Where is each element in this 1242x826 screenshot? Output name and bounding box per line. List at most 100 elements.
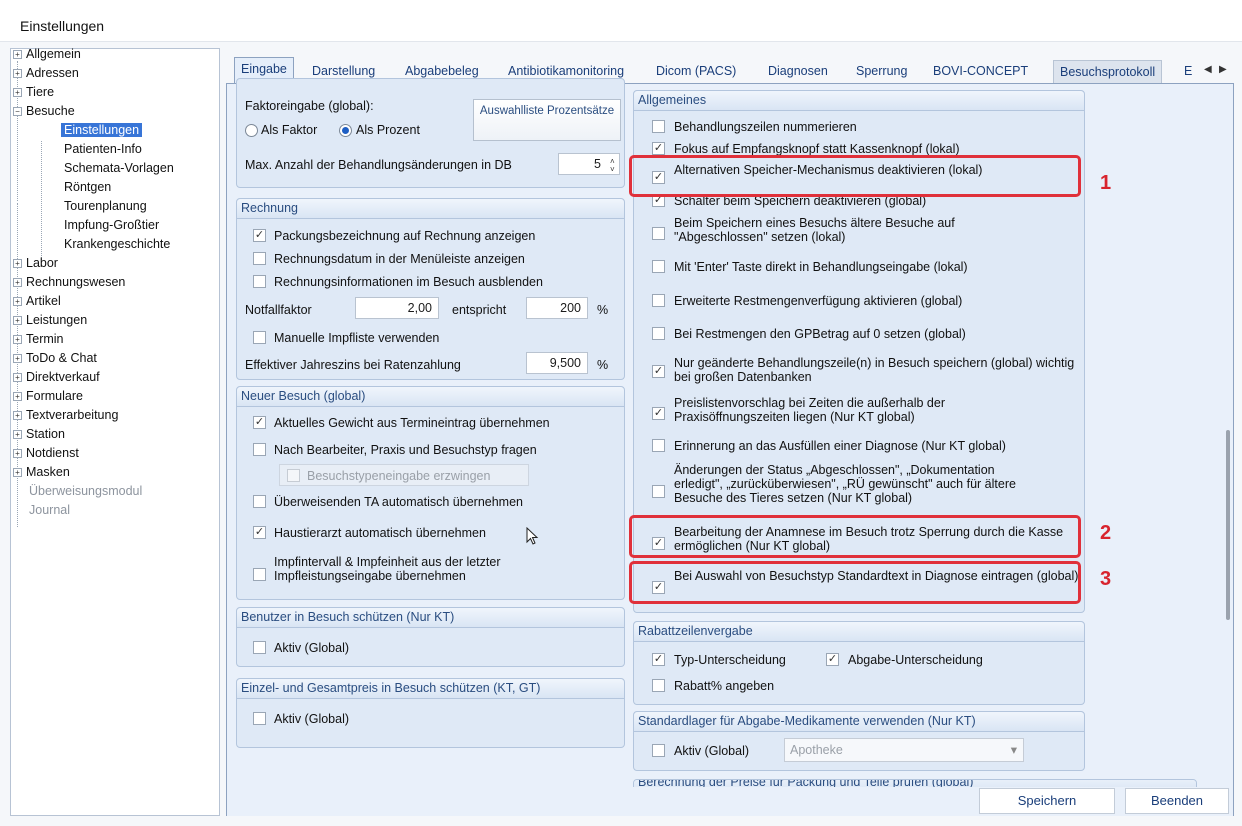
cb-typ-unterscheidung[interactable]: ✓ <box>652 653 665 666</box>
tab-e[interactable]: E <box>1178 60 1198 84</box>
lager-select[interactable]: Apotheke ▾ <box>784 738 1024 762</box>
tree-item-rechnungswesen[interactable]: + Rechnungswesen <box>13 274 125 291</box>
expand-icon[interactable]: + <box>13 335 22 344</box>
tree-item-patienten-info[interactable]: Patienten-Info <box>64 141 142 158</box>
save-button[interactable]: Speichern <box>979 788 1115 814</box>
tree-item-einstellungen[interactable]: Einstellungen <box>61 122 143 139</box>
tree-item-artikel[interactable]: + Artikel <box>13 293 61 310</box>
content-scrollbar[interactable] <box>1226 430 1230 620</box>
expand-icon[interactable]: + <box>13 354 22 363</box>
tree-item-schemata-vorlagen[interactable]: Schemata-Vorlagen <box>64 160 174 177</box>
expand-icon[interactable]: + <box>13 392 22 401</box>
cb-ueberweisenden-ta[interactable] <box>253 495 266 508</box>
expand-icon[interactable]: + <box>13 449 22 458</box>
cb-restmengen-gpbetrag[interactable] <box>652 327 665 340</box>
jahreszins-input[interactable]: 9,500 <box>526 352 588 374</box>
cb-fokus-empfangsknopf[interactable]: ✓ <box>652 142 665 155</box>
cb-preislistenvorschlag[interactable]: ✓ <box>652 407 665 420</box>
tab-sperrung[interactable]: Sperrung <box>850 60 913 84</box>
cb-manuelle-impfliste[interactable] <box>253 331 266 344</box>
tab-scroll-left-icon[interactable]: ◀ <box>1204 64 1212 75</box>
expand-icon[interactable]: + <box>13 316 22 325</box>
auswahlliste-button[interactable]: Auswahlliste Prozentsätze <box>473 99 621 141</box>
tab-bovi-concept[interactable]: BOVI-CONCEPT <box>927 60 1034 84</box>
expand-icon[interactable]: + <box>13 259 22 268</box>
tree-item-formulare[interactable]: + Formulare <box>13 388 83 405</box>
cb-abgabe-unterscheidung[interactable]: ✓ <box>826 653 839 666</box>
cb-rechnungsinfo[interactable] <box>253 275 266 288</box>
tree-item-tiere[interactable]: + Tiere <box>13 84 54 101</box>
radio-als-prozent[interactable] <box>339 124 352 137</box>
cb-rabatt-prozent[interactable] <box>652 679 665 692</box>
cb-nach-bearbeiter[interactable] <box>253 443 266 456</box>
cb-haustierarzt-label: Haustierarzt automatisch übernehmen <box>274 526 486 540</box>
tree-item-leistungen[interactable]: + Leistungen <box>13 312 87 329</box>
cb-impfintervall[interactable] <box>253 568 266 581</box>
tree-item-ueberweisungsmodul[interactable]: Überweisungsmodul <box>29 483 142 500</box>
radio-als-faktor-label: Als Faktor <box>261 123 318 137</box>
lager-select-value: Apotheke <box>790 743 843 757</box>
tree-item-direktverkauf[interactable]: + Direktverkauf <box>13 369 100 386</box>
cb-erinnerung-diagnose[interactable] <box>652 439 665 452</box>
expand-icon[interactable]: + <box>13 468 22 477</box>
tree-item-todo-chat[interactable]: + ToDo & Chat <box>13 350 97 367</box>
expand-icon[interactable]: + <box>13 50 22 59</box>
cb-rechnungsdatum-label: Rechnungsdatum in der Menüleiste anzeige… <box>274 252 525 266</box>
tree-item-textverarbeitung[interactable]: + Textverarbeitung <box>13 407 118 424</box>
tree-item-roentgen[interactable]: Röntgen <box>64 179 111 196</box>
cb-aenderungen-status[interactable] <box>652 485 665 498</box>
tree-item-besuche[interactable]: − Besuche <box>13 103 75 120</box>
tree-item-labor[interactable]: + Labor <box>13 255 58 272</box>
cb-enter-taste[interactable] <box>652 260 665 273</box>
cb-benutzer-aktiv-label: Aktiv (Global) <box>274 641 350 655</box>
notfallfaktor-input[interactable]: 2,00 <box>355 297 439 319</box>
cb-nur-geaenderte-zeilen[interactable]: ✓ <box>652 365 665 378</box>
tree-item-adressen[interactable]: + Adressen <box>13 65 79 82</box>
cb-aenderungen-status-label: Änderungen der Status „Abgeschlossen", „… <box>674 463 1016 505</box>
tab-scroll-right-icon[interactable]: ▶ <box>1219 64 1227 75</box>
tab-dicom[interactable]: Dicom (PACS) <box>650 60 742 84</box>
tree-item-tourenplanung[interactable]: Tourenplanung <box>64 198 147 215</box>
cb-erweiterte-restmengen[interactable] <box>652 294 665 307</box>
cb-aktuelles-gewicht-label: Aktuelles Gewicht aus Termineintrag über… <box>274 416 550 430</box>
cb-behandlungszeilen-nummerieren[interactable] <box>652 120 665 133</box>
expand-icon[interactable]: + <box>13 411 22 420</box>
cb-haustierarzt[interactable]: ✓ <box>253 526 266 539</box>
expand-icon[interactable]: + <box>13 69 22 78</box>
tab-diagnosen[interactable]: Diagnosen <box>762 60 834 84</box>
tree-item-journal[interactable]: Journal <box>29 502 70 519</box>
tree-item-krankengeschichte[interactable]: Krankengeschichte <box>64 236 170 253</box>
collapse-icon[interactable]: − <box>13 107 22 116</box>
tree-item-allgemein[interactable]: + Allgemein <box>13 46 81 63</box>
cb-aktuelles-gewicht[interactable]: ✓ <box>253 416 266 429</box>
tree-item-masken[interactable]: + Masken <box>13 464 70 481</box>
cb-benutzer-aktiv[interactable] <box>253 641 266 654</box>
cb-aeltere-besuche-abgeschlossen[interactable] <box>652 227 665 240</box>
cb-lager-aktiv[interactable] <box>652 744 665 757</box>
cb-rechnungsdatum[interactable] <box>253 252 266 265</box>
tree-item-station[interactable]: + Station <box>13 426 65 443</box>
tree-item-notdienst[interactable]: + Notdienst <box>13 445 79 462</box>
cb-besuchstypeneingabe[interactable] <box>287 469 300 482</box>
radio-als-faktor[interactable] <box>245 124 258 137</box>
cb-impfintervall-label: Impfintervall & Impfeinheit aus der letz… <box>274 555 501 583</box>
cb-preis-aktiv[interactable] <box>253 712 266 725</box>
tab-besuchsprotokoll[interactable]: Besuchsprotokoll <box>1053 60 1163 84</box>
prozent-input[interactable]: 200 <box>526 297 588 319</box>
expand-icon[interactable]: + <box>13 430 22 439</box>
tree-item-termin[interactable]: + Termin <box>13 331 64 348</box>
close-button[interactable]: Beenden <box>1125 788 1229 814</box>
settings-tree[interactable]: + Allgemein + Adressen + Tiere − Besuche Ein… <box>10 46 220 816</box>
tree-item-impfung-grosstier[interactable]: Impfung-Großtier <box>64 217 159 234</box>
expand-icon[interactable]: + <box>13 297 22 306</box>
cb-packungsbezeichnung[interactable]: ✓ <box>253 229 266 242</box>
benutzer-schuetzen-header: Benutzer in Besuch schützen (Nur KT) <box>237 608 624 628</box>
expand-icon[interactable]: + <box>13 278 22 287</box>
highlight-box-2 <box>629 515 1081 558</box>
expand-icon[interactable]: + <box>13 88 22 97</box>
expand-icon[interactable]: + <box>13 373 22 382</box>
spin-down-icon[interactable]: ˅ <box>610 166 615 174</box>
cb-rechnungsinfo-label: Rechnungsinformationen im Besuch ausblen… <box>274 275 543 289</box>
cb-typ-unterscheidung-label: Typ-Unterscheidung <box>674 653 786 667</box>
cb-lager-aktiv-label: Aktiv (Global) <box>674 744 750 758</box>
